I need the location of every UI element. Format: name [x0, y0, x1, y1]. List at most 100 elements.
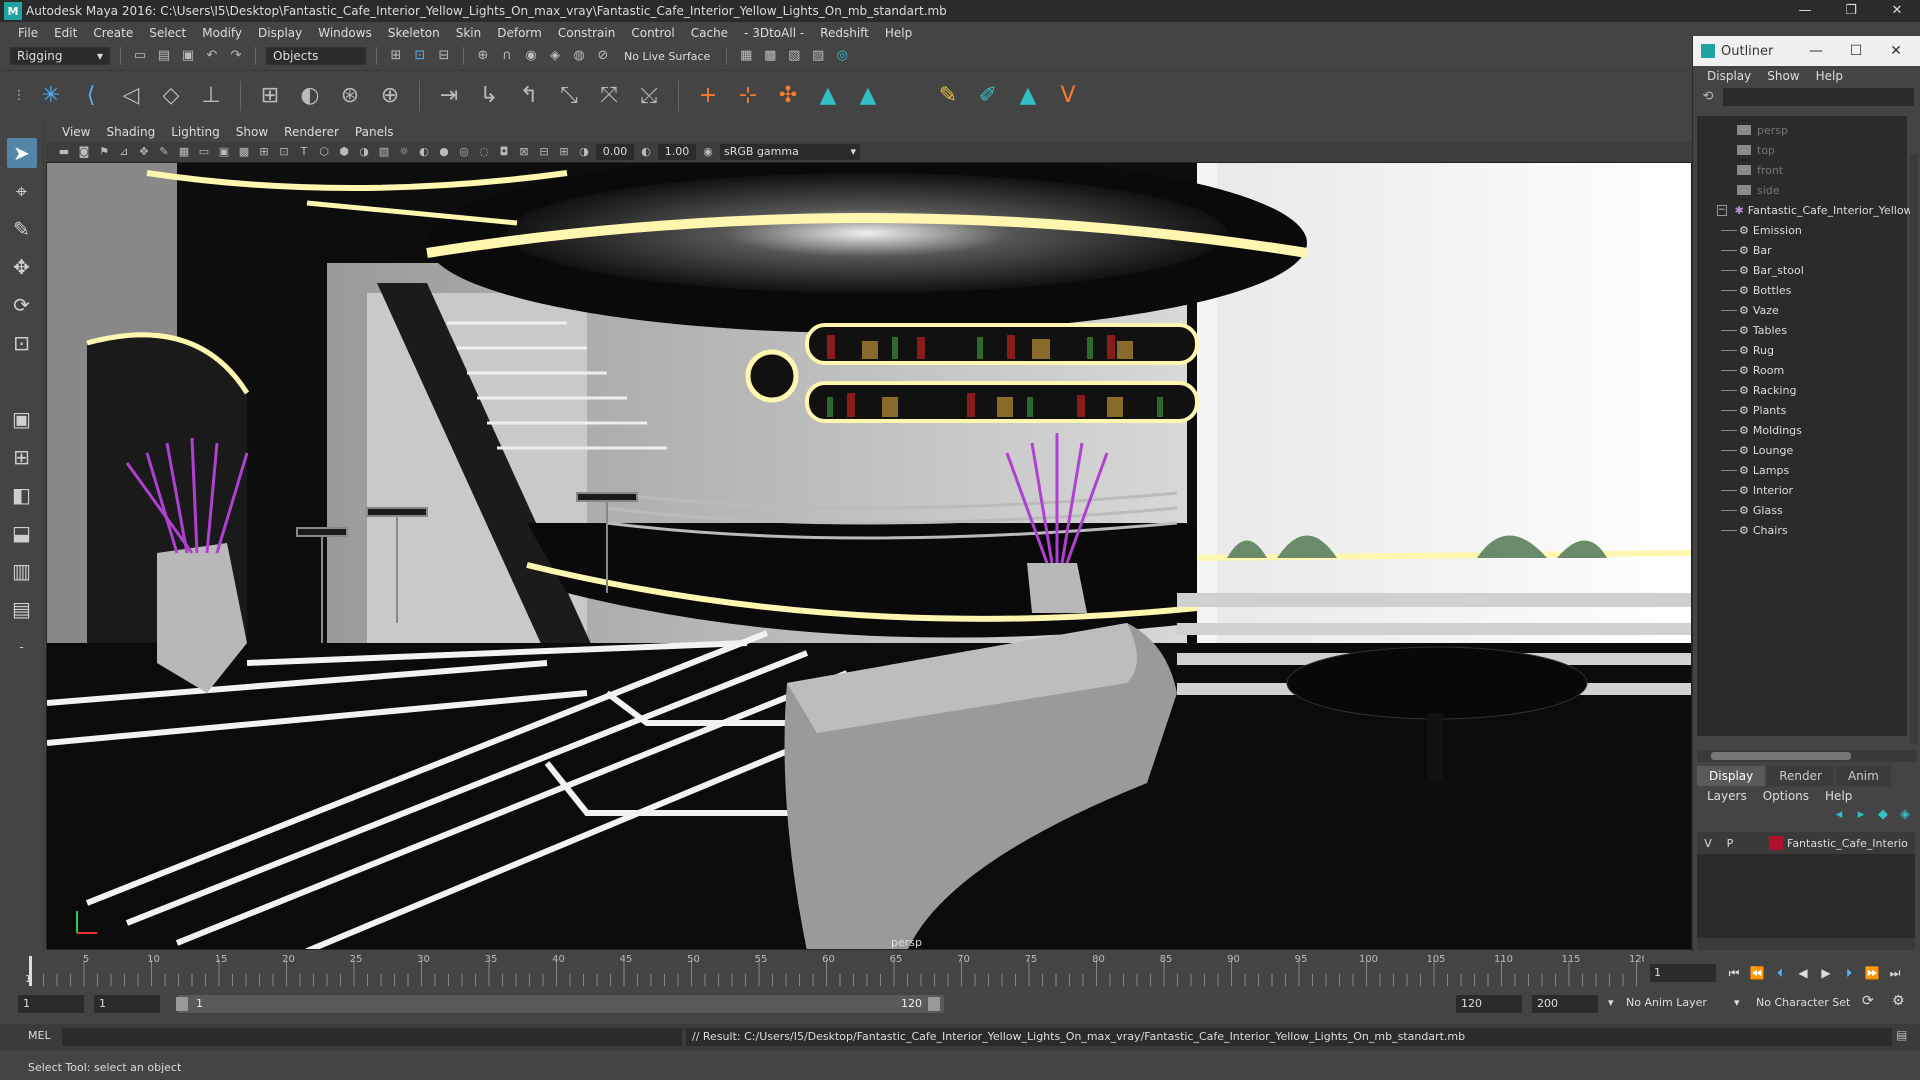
layer-row[interactable]: V P Fantastic_Cafe_Interio: [1697, 832, 1915, 854]
step-forward-key-icon[interactable]: ⏵: [1839, 966, 1859, 981]
range-start-handle[interactable]: [176, 997, 188, 1011]
smooth-bind-icon[interactable]: ◐: [295, 81, 325, 111]
safe-title-icon[interactable]: T: [296, 144, 312, 160]
hik-icon[interactable]: ▲: [813, 81, 843, 111]
layer-visibility-toggle[interactable]: V: [1697, 837, 1719, 850]
outliner-item-moldings[interactable]: ⚙ Moldings: [1721, 420, 1907, 440]
go-to-start-icon[interactable]: ⏮: [1724, 966, 1744, 981]
constraint-point-icon[interactable]: ⇥: [434, 81, 464, 111]
menu-modify[interactable]: Modify: [194, 26, 250, 40]
step-forward-frame-icon[interactable]: ⏩: [1862, 966, 1882, 980]
open-scene-icon[interactable]: ▤: [155, 47, 173, 65]
move-tool-icon[interactable]: ✥: [7, 252, 37, 282]
v-icon[interactable]: V: [1053, 81, 1083, 111]
snap-point-icon[interactable]: ◉: [522, 47, 540, 65]
lattice-icon[interactable]: ⊛: [335, 81, 365, 111]
camera-lock-icon[interactable]: ◙: [76, 144, 92, 160]
isolate-icon[interactable]: ◘: [496, 144, 512, 160]
constraint-pole-icon[interactable]: ⤩: [634, 81, 664, 111]
gate-mask-icon[interactable]: ▩: [236, 144, 252, 160]
pose-icon[interactable]: ▲: [1013, 81, 1043, 111]
menu-skeleton[interactable]: Skeleton: [380, 26, 448, 40]
rotate-tool-icon[interactable]: ⟳: [7, 290, 37, 320]
layer-playback-toggle[interactable]: P: [1719, 837, 1741, 850]
outliner-item-emission[interactable]: ⚙ Emission: [1721, 220, 1907, 240]
time-slider[interactable]: 5 10 15 20 25 30 35 40 45 50 55 60 65 70 75 80 85 90 95 100…: [24, 952, 1644, 986]
lasso-tool-icon[interactable]: ⌖: [7, 176, 37, 206]
new-scene-icon[interactable]: ▭: [131, 47, 149, 65]
outliner-item-bar[interactable]: ⚙ Bar: [1721, 240, 1907, 260]
xray-components-icon[interactable]: ⊞: [556, 144, 572, 160]
safe-action-icon[interactable]: ⊡: [276, 144, 292, 160]
select-component-icon[interactable]: ⊟: [435, 47, 453, 65]
outliner-maximize-button[interactable]: ☐: [1836, 36, 1876, 66]
maximize-button[interactable]: ❐: [1828, 0, 1874, 22]
go-to-end-icon[interactable]: ⏭: [1885, 966, 1905, 981]
field-chart-icon[interactable]: ⊞: [256, 144, 272, 160]
outliner-search-input[interactable]: [1723, 88, 1914, 106]
constraint-parent-icon[interactable]: ⤧: [594, 81, 624, 111]
cluster-icon[interactable]: ⊹: [733, 81, 763, 111]
textured-icon[interactable]: ▧: [376, 144, 392, 160]
gamma-field[interactable]: 1.00: [658, 144, 696, 160]
select-object-icon[interactable]: ⊡: [411, 47, 429, 65]
exposure-icon[interactable]: ◑: [576, 144, 592, 160]
wire-on-shaded-icon[interactable]: ◑: [356, 144, 372, 160]
paint-weights-icon[interactable]: ✎: [933, 81, 963, 111]
selection-mask-dropdown[interactable]: Objects: [266, 47, 366, 65]
outliner-camera-persp[interactable]: persp: [1737, 120, 1907, 140]
grid-icon[interactable]: ▦: [176, 144, 192, 160]
current-frame-field[interactable]: 1: [1650, 964, 1716, 982]
color-management-icon[interactable]: ◉: [700, 144, 716, 160]
panel-menu-lighting[interactable]: Lighting: [163, 125, 228, 139]
menu-control[interactable]: Control: [623, 26, 682, 40]
menu-select[interactable]: Select: [141, 26, 194, 40]
viewport-persp[interactable]: persp: [46, 162, 1692, 950]
outliner-root-node[interactable]: − ✱ Fantastic_Cafe_Interior_Yellow: [1717, 200, 1913, 220]
mirror-joint-icon[interactable]: ⊥: [196, 81, 226, 111]
script-editor-icon[interactable]: ▤: [1896, 1028, 1914, 1046]
outliner-camera-side[interactable]: side: [1737, 180, 1907, 200]
xray-joints-icon[interactable]: ⊟: [536, 144, 552, 160]
move-layer-down-icon[interactable]: ▸: [1852, 806, 1870, 824]
save-scene-icon[interactable]: ▣: [179, 47, 197, 65]
menu-edit[interactable]: Edit: [46, 26, 85, 40]
shadows-icon[interactable]: ◐: [416, 144, 432, 160]
outliner-item-plants[interactable]: ⚙ Plants: [1721, 400, 1907, 420]
outliner-item-room[interactable]: ⚙ Room: [1721, 360, 1907, 380]
outliner-item-interior[interactable]: ⚙ Interior: [1721, 480, 1907, 500]
filter-icon[interactable]: ⟲: [1699, 88, 1717, 106]
menu-display[interactable]: Display: [250, 26, 310, 40]
xray-icon[interactable]: ⊠: [516, 144, 532, 160]
panel-menu-renderer[interactable]: Renderer: [276, 125, 347, 139]
playback-start-field[interactable]: 1: [94, 995, 160, 1013]
panel-menu-panels[interactable]: Panels: [347, 125, 402, 139]
outliner-horizontal-scrollbar[interactable]: [1697, 750, 1917, 762]
outliner-minimize-button[interactable]: —: [1796, 36, 1836, 66]
menu-3dtoall[interactable]: - 3DtoAll -: [736, 26, 812, 40]
brush-icon[interactable]: ✐: [973, 81, 1003, 111]
menu-help[interactable]: Help: [877, 26, 920, 40]
layer-menu-help[interactable]: Help: [1819, 789, 1858, 803]
new-layer-selected-icon[interactable]: ◈: [1896, 806, 1914, 824]
panel-menu-show[interactable]: Show: [228, 125, 276, 139]
menu-windows[interactable]: Windows: [310, 26, 380, 40]
insert-joint-icon[interactable]: ◇: [156, 81, 186, 111]
scale-tool-icon[interactable]: ⊡: [7, 328, 37, 358]
animation-start-field[interactable]: 1: [18, 995, 84, 1013]
view-transform-dropdown[interactable]: sRGB gamma ▾: [720, 144, 860, 160]
film-gate-icon[interactable]: ▭: [196, 144, 212, 160]
use-all-lights-icon[interactable]: ☼: [396, 144, 412, 160]
new-layer-icon[interactable]: ◆: [1874, 806, 1892, 824]
outliner-item-racking[interactable]: ⚙ Racking: [1721, 380, 1907, 400]
layout-persp-graph-icon[interactable]: ⬓: [7, 518, 37, 548]
select-tool-icon[interactable]: ➤: [6, 138, 37, 168]
outliner-vertical-scrollbar[interactable]: [1910, 154, 1918, 744]
menu-skin[interactable]: Skin: [448, 26, 490, 40]
bind-skin-icon[interactable]: ⊞: [255, 81, 285, 111]
grease-pencil-icon[interactable]: ✎: [156, 144, 172, 160]
outliner-item-tables[interactable]: ⚙ Tables: [1721, 320, 1907, 340]
outliner-close-button[interactable]: ✕: [1876, 36, 1916, 66]
outliner-item-lamps[interactable]: ⚙ Lamps: [1721, 460, 1907, 480]
resolution-gate-icon[interactable]: ▣: [216, 144, 232, 160]
